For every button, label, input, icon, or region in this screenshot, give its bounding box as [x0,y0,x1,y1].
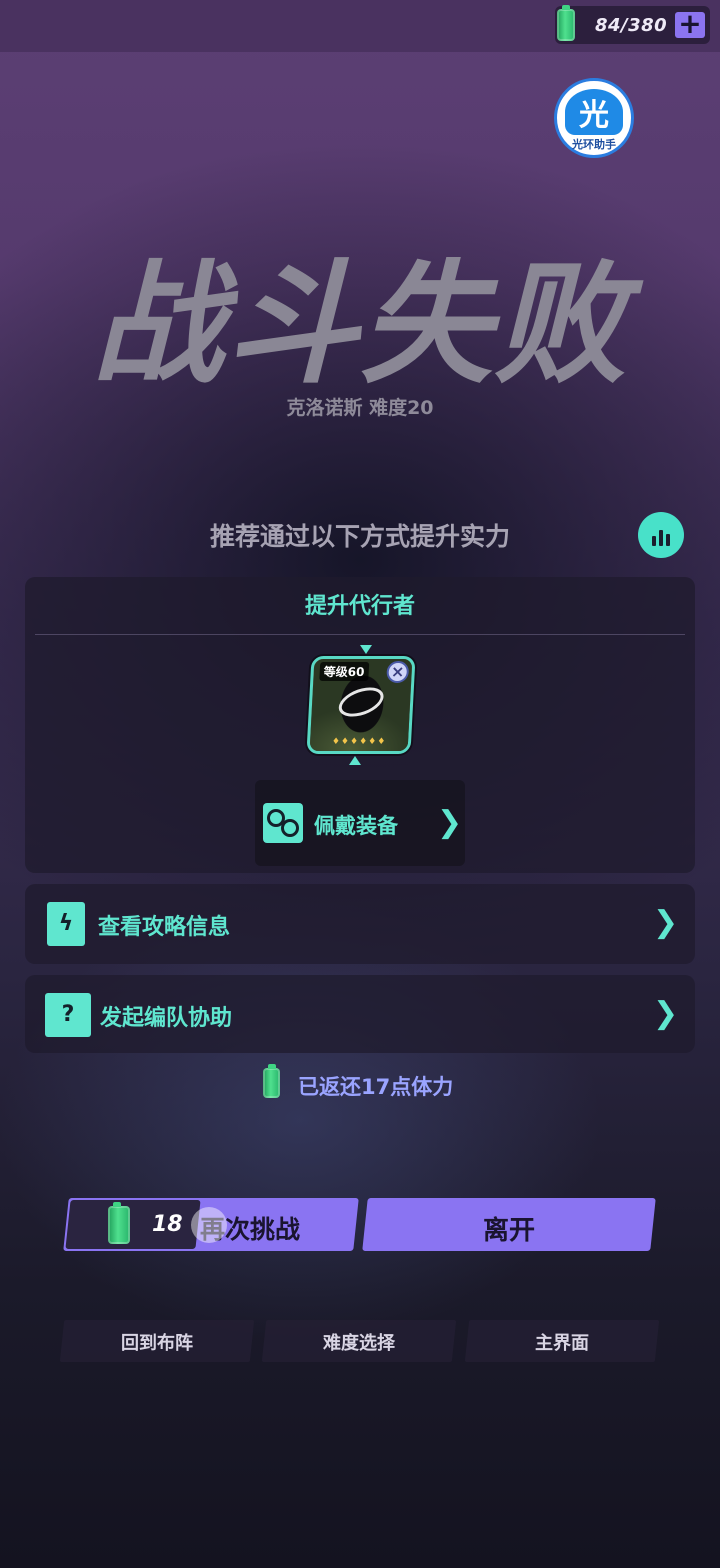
agent-card[interactable]: 等级60 × ♦♦♦♦♦♦ [306,656,416,754]
bar-chart-icon-bar [666,534,670,546]
battery-icon [108,1202,130,1244]
selector-arrow-up-icon [349,756,361,765]
lightning-book-icon: ϟ [47,902,85,946]
equip-gear-button[interactable]: 佩戴装备 ❯ [255,780,465,866]
difficulty-select-label: 难度选择 [323,1333,395,1354]
add-stamina-button[interactable]: + [675,10,705,38]
selector-arrow-down-icon [360,645,372,654]
stamina-count: 84/380 [595,15,668,36]
upgrade-agent-title: 提升代行者 [304,594,415,619]
stats-button[interactable] [638,512,684,558]
divider [35,634,685,635]
battery-icon [263,1064,280,1098]
equip-gear-label: 佩戴装备 [314,814,398,838]
recommend-heading: 推荐通过以下方式提升实力 [209,522,510,551]
gear-equipment-icon [263,803,303,843]
stage-subtitle: 克洛诺斯 难度20 [286,397,434,419]
leave-label: 离开 [482,1216,535,1246]
agent-stars: ♦♦♦♦♦♦ [331,737,387,747]
chevron-right-icon: ❯ [653,996,679,1031]
touch-indicator [191,1207,227,1243]
view-strategy-row[interactable]: ϟ 查看攻略信息 ❯ [25,884,695,964]
chevron-right-icon: ❯ [653,905,679,940]
assistant-badge[interactable]: 光 光环助手 [554,78,634,158]
team-assist-label: 发起编队协助 [100,1006,233,1031]
main-menu-label: 主界面 [535,1333,589,1354]
bar-chart-icon [652,536,656,546]
team-assist-row[interactable]: ? 发起编队协助 ❯ [25,975,695,1053]
agent-level: 等级60 [319,662,369,681]
battery-icon [557,5,575,41]
stamina-refund-text: 已返还17点体力 [298,1075,454,1099]
assistant-label: 光环助手 [572,137,616,151]
question-cards-icon: ? [45,993,91,1037]
retry-cost: 18 [152,1212,183,1237]
assistant-logo-icon: 光 [565,88,623,135]
view-strategy-label: 查看攻略信息 [98,915,231,940]
battle-result-title: 战斗失败 [92,248,628,402]
stamina-display: 84/380 + [555,5,710,44]
bar-chart-icon-bar [659,530,663,546]
chevron-right-icon: ❯ [437,805,463,840]
back-to-formation-label: 回到布阵 [121,1333,193,1354]
